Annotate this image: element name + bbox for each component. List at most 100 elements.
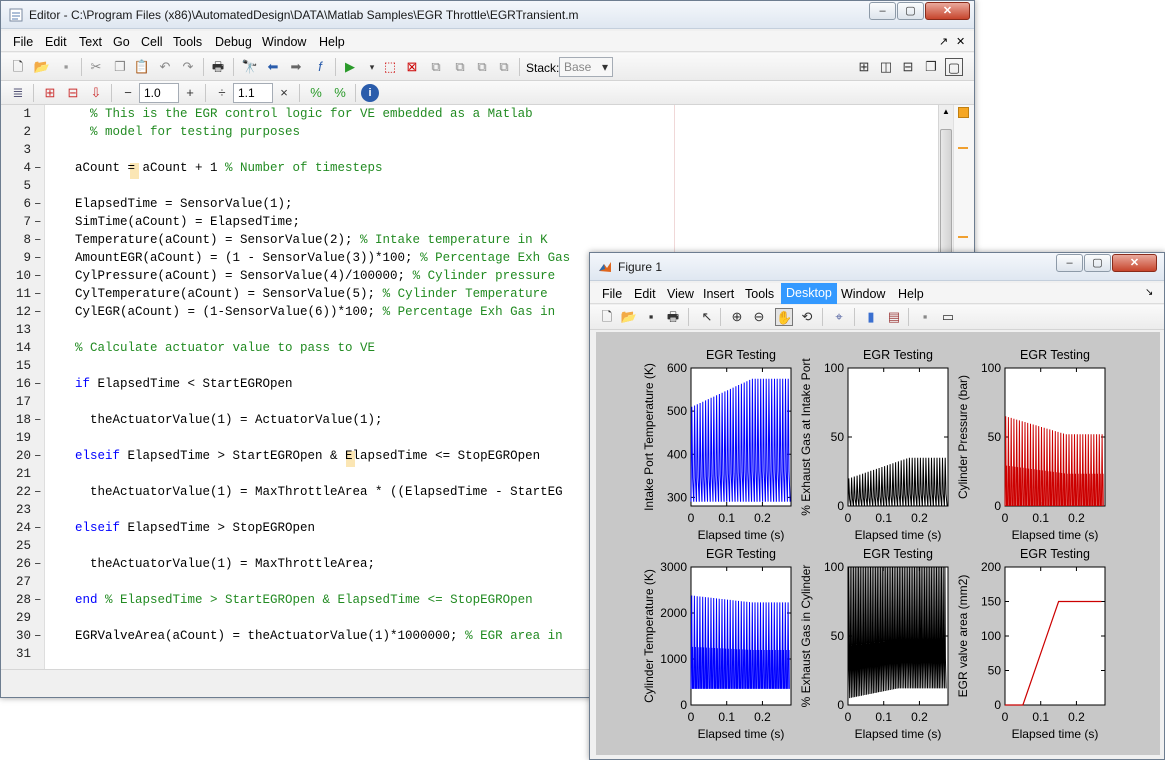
- menu-debug[interactable]: Debug: [215, 35, 252, 49]
- new-figure-icon[interactable]: 🗋: [598, 308, 616, 326]
- close-button[interactable]: ✕: [925, 2, 970, 20]
- undock-icon[interactable]: ↗: [939, 35, 948, 48]
- figure-close-button[interactable]: ✕: [1112, 254, 1157, 272]
- fig-menu-tools[interactable]: Tools: [745, 287, 774, 301]
- breakpoint-marker[interactable]: –: [34, 197, 42, 211]
- code-line[interactable]: 2 % model for testing purposes: [1, 125, 938, 143]
- redo-icon[interactable]: ↷: [179, 58, 197, 76]
- code-line[interactable]: 1 % This is the EGR control logic for VE…: [1, 107, 938, 125]
- code-line[interactable]: 6– ElapsedTime = SensorValue(1);: [1, 197, 938, 215]
- minimize-button[interactable]: –: [869, 2, 896, 20]
- hide-plot-tools-icon[interactable]: ▪: [916, 308, 934, 326]
- breakpoint-marker[interactable]: –: [34, 215, 42, 229]
- uncomment-icon[interactable]: %: [331, 84, 349, 102]
- figure-maximize-button[interactable]: ▢: [1084, 254, 1111, 272]
- back-icon[interactable]: ⬅: [264, 58, 282, 76]
- run-dropdown-icon[interactable]: ▾: [363, 58, 381, 76]
- breakpoint-marker[interactable]: –: [34, 449, 42, 463]
- zoom-out-icon[interactable]: ⊖: [750, 308, 768, 326]
- continue-icon[interactable]: ⧉: [495, 58, 513, 76]
- paste-icon[interactable]: 📋: [133, 58, 151, 76]
- save-figure-icon[interactable]: ▪: [642, 308, 660, 326]
- minus-icon[interactable]: −: [119, 84, 137, 102]
- code-line[interactable]: 5: [1, 179, 938, 197]
- cell-mode-icon[interactable]: ≣: [9, 84, 27, 102]
- data-cursor-icon[interactable]: ⌖: [830, 308, 848, 326]
- fig-menu-view[interactable]: View: [667, 287, 694, 301]
- breakpoint-marker[interactable]: –: [34, 593, 42, 607]
- legend-icon[interactable]: ▤: [885, 308, 903, 326]
- code-line[interactable]: 7– SimTime(aCount) = ElapsedTime;: [1, 215, 938, 233]
- analyzer-status-indicator[interactable]: [958, 107, 969, 118]
- fig-menu-help[interactable]: Help: [898, 287, 924, 301]
- scroll-up-icon[interactable]: ▲: [942, 107, 950, 116]
- breakpoint-marker[interactable]: –: [34, 485, 42, 499]
- fig-menu-desktop[interactable]: Desktop: [781, 283, 837, 304]
- menu-edit[interactable]: Edit: [45, 35, 67, 49]
- colorbar-icon[interactable]: ▮: [862, 308, 880, 326]
- warning-marker[interactable]: [958, 147, 968, 149]
- find-icon[interactable]: 🔭: [241, 58, 259, 76]
- float-icon[interactable]: ❐: [922, 58, 940, 76]
- copy-icon[interactable]: ❐: [111, 58, 129, 76]
- figure-minimize-button[interactable]: –: [1056, 254, 1083, 272]
- menu-tools[interactable]: Tools: [173, 35, 202, 49]
- stack-dropdown[interactable]: Base ▾: [559, 57, 613, 77]
- breakpoint-marker[interactable]: –: [34, 161, 42, 175]
- print-icon[interactable]: 🖶: [209, 58, 227, 76]
- close-doc-icon[interactable]: ✕: [956, 35, 965, 48]
- breakpoint-marker[interactable]: –: [34, 269, 42, 283]
- menu-go[interactable]: Go: [113, 35, 130, 49]
- fig-menu-edit[interactable]: Edit: [634, 287, 656, 301]
- tile-columns-icon[interactable]: ◫: [877, 58, 895, 76]
- warning-marker[interactable]: [958, 236, 968, 238]
- menu-window[interactable]: Window: [262, 35, 306, 49]
- code-line[interactable]: 8– Temperature(aCount) = SensorValue(2); …: [1, 233, 938, 251]
- tile-rows-icon[interactable]: ⊟: [899, 58, 917, 76]
- eval-advance-icon[interactable]: ⇩: [87, 84, 105, 102]
- forward-icon[interactable]: ➡: [287, 58, 305, 76]
- divide-value-field[interactable]: 1.1: [233, 83, 273, 103]
- breakpoint-marker[interactable]: –: [34, 521, 42, 535]
- select-arrow-icon[interactable]: ↖: [698, 308, 716, 326]
- divide-icon[interactable]: ÷: [213, 84, 231, 102]
- step-in-icon[interactable]: ⧉: [451, 58, 469, 76]
- rotate-3d-icon[interactable]: ⟲: [798, 308, 816, 326]
- breakpoint-marker[interactable]: –: [34, 377, 42, 391]
- undo-icon[interactable]: ↶: [156, 58, 174, 76]
- pan-hand-icon[interactable]: ✋: [775, 308, 793, 326]
- info-icon[interactable]: i: [361, 84, 379, 102]
- new-file-icon[interactable]: 🗋: [9, 58, 27, 76]
- open-figure-icon[interactable]: 📂: [620, 308, 638, 326]
- breakpoint-marker[interactable]: –: [34, 629, 42, 643]
- comment-icon[interactable]: %: [307, 84, 325, 102]
- cut-icon[interactable]: ✂: [87, 58, 105, 76]
- minus-value-field[interactable]: 1.0: [139, 83, 179, 103]
- menu-file[interactable]: File: [13, 35, 33, 49]
- fig-menu-window[interactable]: Window: [841, 287, 885, 301]
- fig-menu-insert[interactable]: Insert: [703, 287, 734, 301]
- maximize-doc-icon[interactable]: ▢: [945, 58, 963, 76]
- dock-icon[interactable]: ↘: [1145, 287, 1153, 298]
- eval-cell-icon[interactable]: ⊟: [64, 84, 82, 102]
- breakpoint-marker[interactable]: –: [34, 287, 42, 301]
- breakpoint-marker[interactable]: –: [34, 305, 42, 319]
- step-out-icon[interactable]: ⧉: [473, 58, 491, 76]
- code-line[interactable]: 4– aCount = aCount + 1 % Number of timest…: [1, 161, 938, 179]
- menu-text[interactable]: Text: [79, 35, 102, 49]
- zoom-in-icon[interactable]: ⊕: [728, 308, 746, 326]
- breakpoint-marker[interactable]: –: [34, 251, 42, 265]
- print-figure-icon[interactable]: 🖶: [664, 308, 682, 326]
- code-line[interactable]: 3: [1, 143, 938, 161]
- breakpoint-marker[interactable]: –: [34, 413, 42, 427]
- plus-icon[interactable]: +: [181, 84, 199, 102]
- menu-cell[interactable]: Cell: [141, 35, 163, 49]
- menu-help[interactable]: Help: [319, 35, 345, 49]
- breakpoint-set-icon[interactable]: ⬚: [381, 58, 399, 76]
- function-icon[interactable]: f: [311, 58, 329, 76]
- breakpoint-marker[interactable]: –: [34, 557, 42, 571]
- fig-menu-file[interactable]: File: [602, 287, 622, 301]
- save-icon[interactable]: ▪: [57, 58, 75, 76]
- run-icon[interactable]: ▶: [341, 58, 359, 76]
- insert-cell-icon[interactable]: ⊞: [41, 84, 59, 102]
